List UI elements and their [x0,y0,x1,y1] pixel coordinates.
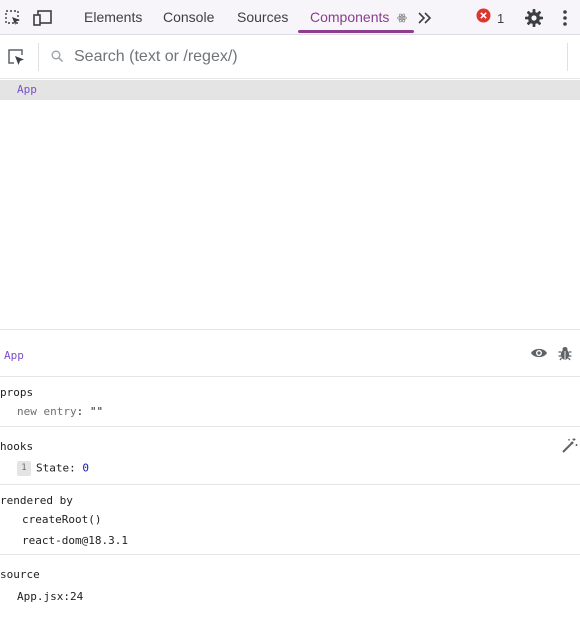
tab-components-label: Components [310,9,390,25]
props-section-title: props [0,386,34,399]
section-divider [0,426,580,427]
devtools-toolbar: Elements Console Sources Components 1 [0,0,580,35]
error-badge[interactable]: 1 [476,8,505,28]
inspected-component-name: App [4,349,24,362]
section-divider [0,554,580,555]
hook-index-badge: 1 [17,461,31,476]
device-toolbar-icon[interactable] [32,7,54,29]
source-section-title: source [0,568,40,581]
tree-item-label: App [17,83,37,96]
kebab-menu-icon[interactable] [554,7,576,29]
error-count: 1 [497,10,505,26]
prop-key: new entry [17,405,77,418]
hook-row[interactable]: 1 State: 0 [17,461,89,476]
search-divider-right [567,43,568,71]
hooks-section-title: hooks [0,440,34,453]
gear-icon[interactable] [523,7,545,29]
inspect-cursor-icon[interactable] [6,47,26,72]
error-circle-icon [476,8,491,28]
panel-divider [0,329,580,330]
rendered-by-section-title: rendered by [0,494,73,507]
section-divider [0,484,580,485]
prop-separator: : [76,405,90,418]
search-icon [51,50,64,68]
active-tab-indicator [298,30,414,33]
hook-value: 0 [82,461,89,475]
tab-console[interactable]: Console [163,0,214,34]
search-input[interactable] [74,43,554,71]
eye-icon[interactable] [530,346,548,365]
rendered-by-item: react-dom@18.3.1 [22,534,128,547]
tab-components[interactable]: Components [310,0,408,34]
magic-wand-icon[interactable] [561,437,578,459]
source-location-link[interactable]: App.jsx:24 [17,590,83,603]
rendered-by-item: createRoot() [22,513,102,526]
chevron-double-right-icon[interactable] [414,7,436,29]
bug-icon[interactable] [558,345,572,366]
hook-separator: : [69,461,83,475]
tree-row-app[interactable]: App [0,80,580,100]
search-divider [38,43,39,71]
prop-value: "" [89,405,104,418]
hook-key: State [36,461,70,475]
select-element-icon[interactable] [2,7,24,29]
prop-row[interactable]: new entry: "" [17,405,103,418]
component-search-bar [0,35,580,79]
tab-elements[interactable]: Elements [84,0,142,34]
section-divider [0,376,580,377]
tab-sources[interactable]: Sources [237,0,288,34]
